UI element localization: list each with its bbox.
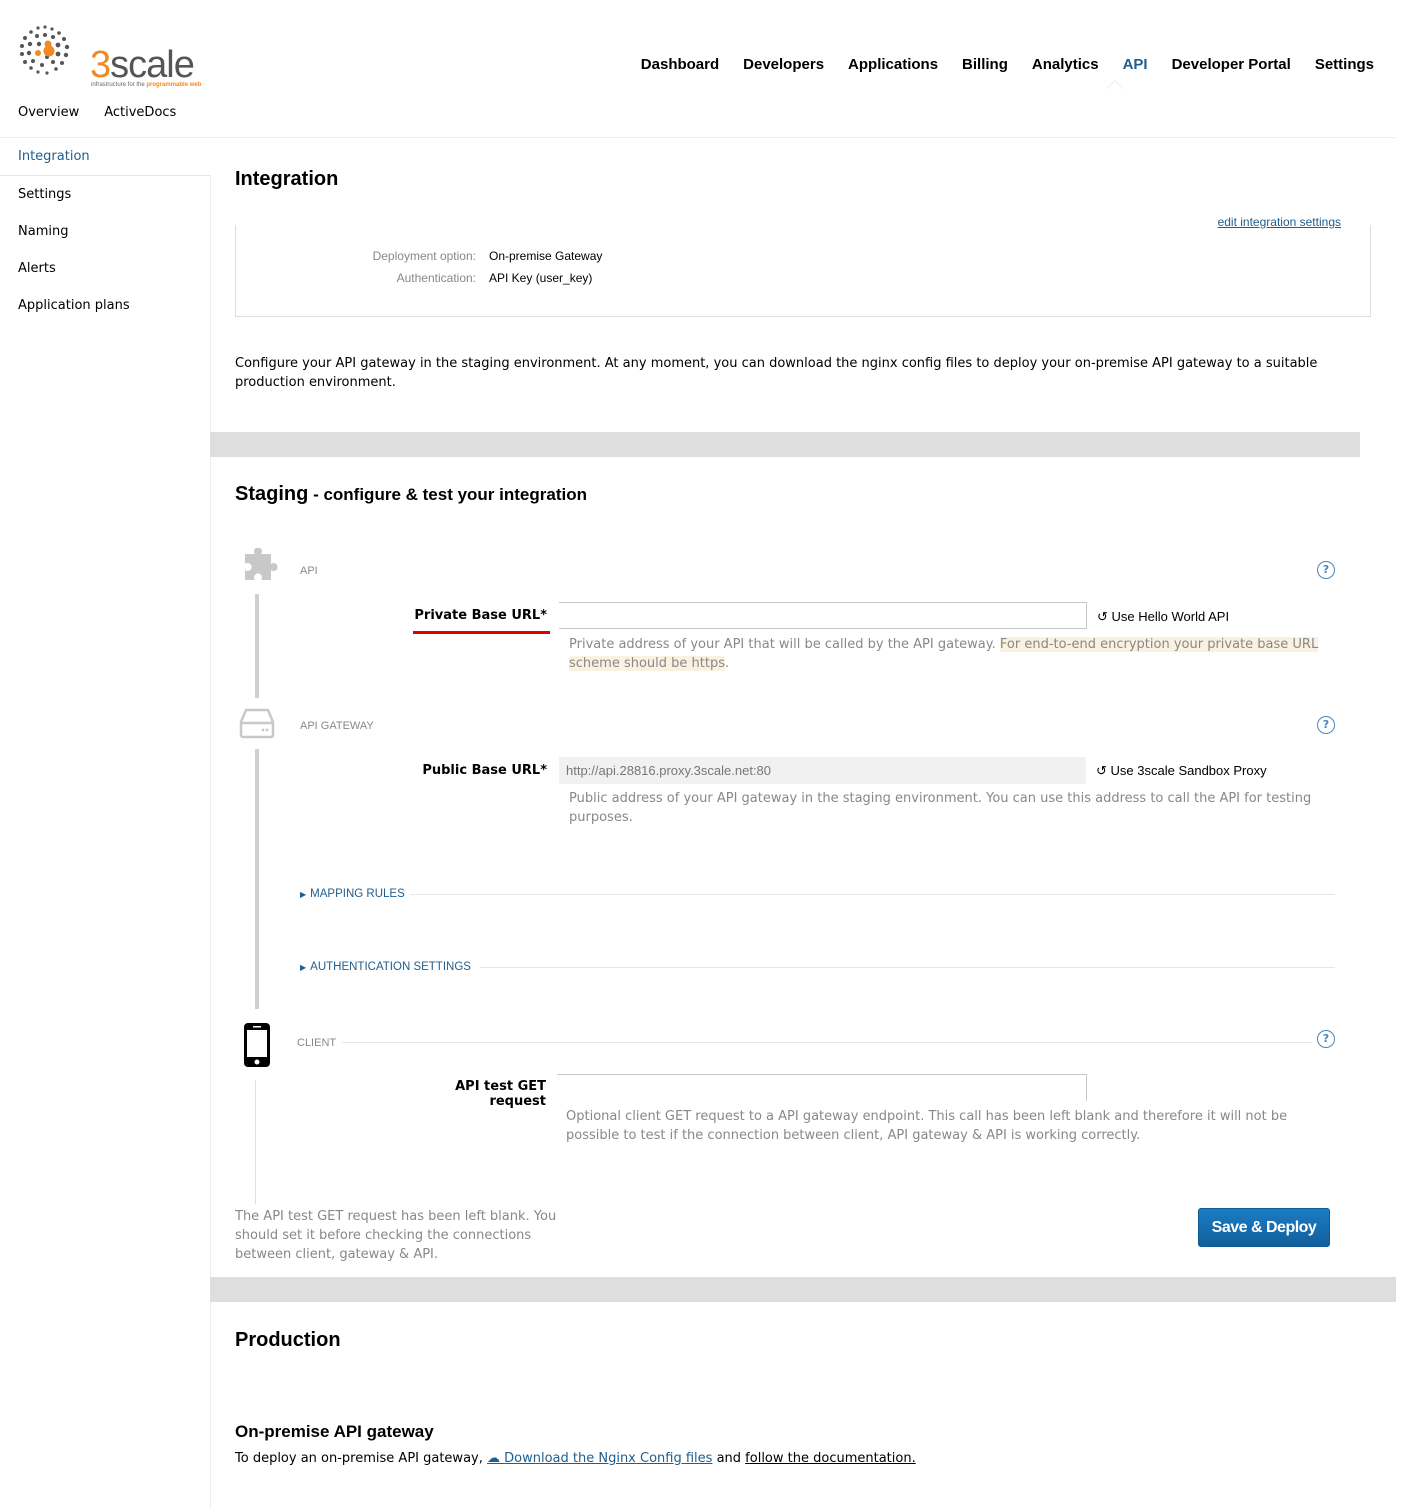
mapping-rules-toggle[interactable]: ▶ MAPPING RULES bbox=[300, 888, 405, 900]
nav-analytics[interactable]: Analytics bbox=[1032, 56, 1099, 73]
page-title: Integration bbox=[235, 168, 339, 190]
download-nginx-config-link[interactable]: ☁ Download the Nginx Config files bbox=[487, 1451, 712, 1466]
logo-wordmark: 3scale bbox=[90, 44, 195, 86]
header-divider bbox=[0, 137, 1396, 138]
sidebar-item-application-plans[interactable]: Application plans bbox=[18, 298, 130, 313]
undo-icon: ↺ bbox=[1097, 609, 1108, 624]
api-test-get-request-label: API test GET request bbox=[455, 1079, 546, 1109]
sub-navigation: Overview ActiveDocs bbox=[18, 105, 176, 120]
smartphone-icon bbox=[244, 1023, 270, 1067]
puzzle-icon bbox=[245, 548, 278, 580]
sidebar-item-integration[interactable]: Integration bbox=[18, 149, 90, 164]
server-icon bbox=[239, 708, 275, 739]
required-field-marker bbox=[413, 631, 550, 634]
logo-dots-icon bbox=[20, 25, 70, 75]
nav-api[interactable]: API bbox=[1123, 56, 1148, 73]
flow-connector-line bbox=[255, 749, 259, 1009]
top-navigation: Dashboard Developers Applications Billin… bbox=[641, 56, 1374, 73]
nav-settings[interactable]: Settings bbox=[1315, 56, 1374, 73]
documentation-link[interactable]: follow the documentation. bbox=[745, 1451, 916, 1466]
mapping-rules-divider bbox=[410, 894, 1335, 895]
sidebar-item-naming[interactable]: Naming bbox=[18, 224, 68, 239]
active-nav-indicator bbox=[1106, 80, 1124, 89]
staging-title: Staging - configure & test your integrat… bbox=[235, 483, 587, 505]
subnav-activedocs[interactable]: ActiveDocs bbox=[104, 105, 176, 120]
nav-dashboard[interactable]: Dashboard bbox=[641, 56, 719, 73]
client-step-label: CLIENT bbox=[297, 1037, 337, 1049]
client-divider bbox=[342, 1042, 1312, 1043]
public-base-url-label: Public Base URL* bbox=[422, 763, 547, 778]
triangle-right-icon: ▶ bbox=[300, 889, 307, 899]
help-icon[interactable]: ? bbox=[1317, 561, 1335, 579]
on-premise-gateway-title: On-premise API gateway bbox=[235, 1422, 434, 1441]
sidebar-divider bbox=[0, 175, 211, 176]
section-separator bbox=[210, 1277, 1396, 1302]
brand-logo[interactable]: 3scale infrastructure for the programmab… bbox=[18, 24, 201, 88]
use-hello-world-api-link[interactable]: ↺ Use Hello World API bbox=[1097, 609, 1229, 625]
blank-request-warning: The API test GET request has been left b… bbox=[235, 1209, 557, 1262]
logo-tagline: infrastructure for the programmable web bbox=[91, 82, 202, 88]
authentication-value: API Key (user_key) bbox=[489, 271, 593, 285]
api-step-label: API bbox=[300, 565, 318, 577]
public-base-url-input[interactable] bbox=[559, 757, 1086, 784]
private-base-url-input[interactable] bbox=[559, 602, 1087, 629]
nav-applications[interactable]: Applications bbox=[848, 56, 938, 73]
use-sandbox-proxy-link[interactable]: ↺ Use 3scale Sandbox Proxy bbox=[1096, 763, 1267, 779]
authentication-label: Authentication: bbox=[396, 271, 476, 285]
private-base-url-label: Private Base URL* bbox=[414, 608, 547, 623]
api-test-get-request-hint: Optional client GET request to a API gat… bbox=[566, 1109, 1288, 1143]
use-sandbox-proxy-label: Use 3scale Sandbox Proxy bbox=[1110, 763, 1267, 778]
cloud-download-icon: ☁ bbox=[487, 1451, 500, 1466]
use-hello-world-api-label: Use Hello World API bbox=[1111, 609, 1230, 624]
edit-integration-settings-link[interactable]: edit integration settings bbox=[1218, 215, 1341, 229]
production-instructions: To deploy an on-premise API gateway, ☁ D… bbox=[235, 1451, 916, 1466]
api-test-get-request-input[interactable] bbox=[557, 1074, 1087, 1101]
authentication-settings-divider bbox=[480, 967, 1335, 968]
nav-billing[interactable]: Billing bbox=[962, 56, 1008, 73]
staging-subtitle: - configure & test your integration bbox=[308, 485, 587, 504]
subnav-overview[interactable]: Overview bbox=[18, 105, 79, 120]
sidebar-item-settings[interactable]: Settings bbox=[18, 187, 71, 202]
section-separator bbox=[210, 432, 1360, 457]
save-and-deploy-button[interactable]: Save & Deploy bbox=[1198, 1208, 1330, 1247]
help-icon[interactable]: ? bbox=[1317, 716, 1335, 734]
authentication-settings-toggle[interactable]: ▶ AUTHENTICATION SETTINGS bbox=[300, 961, 471, 973]
public-base-url-hint: Public address of your API gateway in th… bbox=[569, 791, 1312, 825]
gateway-step-label: API GATEWAY bbox=[300, 720, 374, 732]
nav-developers[interactable]: Developers bbox=[743, 56, 824, 73]
sidebar-item-alerts[interactable]: Alerts bbox=[18, 261, 56, 276]
flow-connector-line bbox=[255, 1080, 256, 1204]
help-icon[interactable]: ? bbox=[1317, 1030, 1335, 1048]
nav-developer-portal[interactable]: Developer Portal bbox=[1172, 56, 1291, 73]
triangle-right-icon: ▶ bbox=[300, 962, 307, 972]
deployment-option-value: On-premise Gateway bbox=[489, 249, 603, 263]
production-title: Production bbox=[235, 1329, 341, 1351]
deployment-option-label: Deployment option: bbox=[372, 249, 476, 263]
private-base-url-hint: Private address of your API that will be… bbox=[569, 637, 1319, 671]
integration-intro-text: Configure your API gateway in the stagin… bbox=[235, 356, 1318, 390]
sidebar-border bbox=[210, 176, 211, 1508]
flow-connector-line bbox=[255, 594, 259, 698]
undo-icon: ↺ bbox=[1096, 763, 1107, 778]
